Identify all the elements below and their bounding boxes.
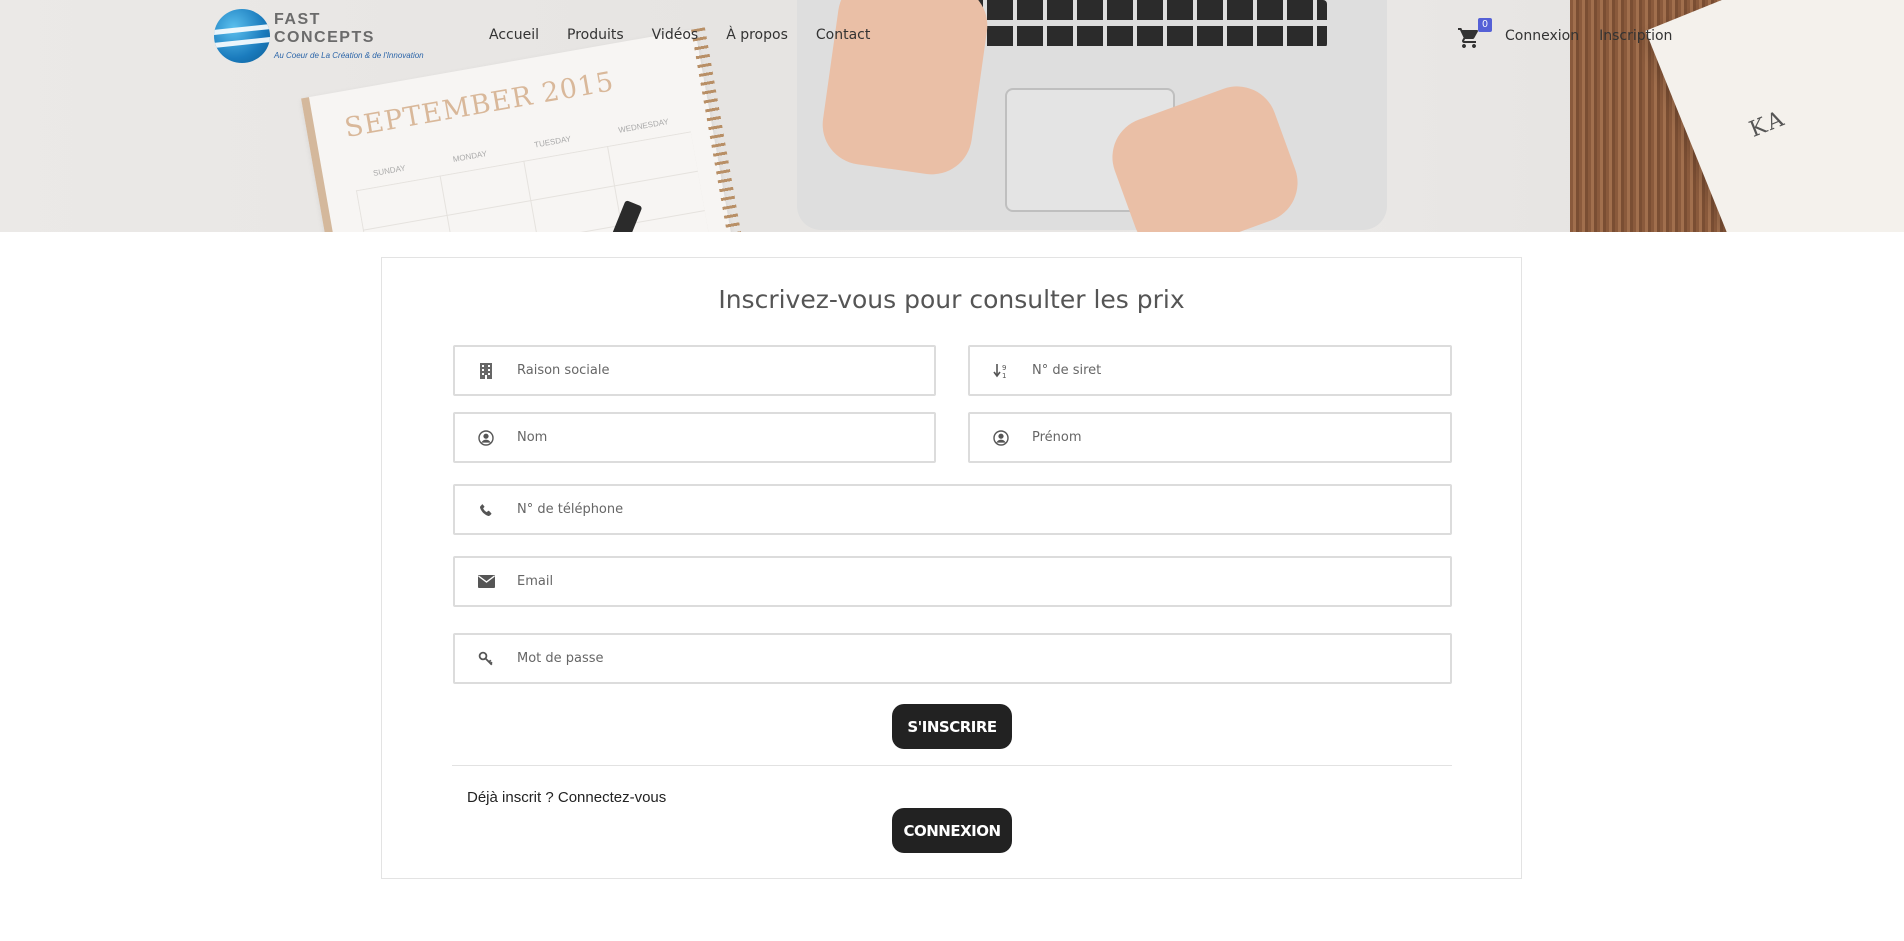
user-circle-icon <box>970 429 1032 446</box>
cart-count-badge: 0 <box>1478 18 1492 32</box>
password-field[interactable] <box>453 633 1452 684</box>
signup-button[interactable]: S'INSCRIRE <box>892 704 1012 749</box>
key-icon <box>455 651 517 667</box>
hero-banner: SEPTEMBER 2015 SUNDAY MONDAY TUESDAY WED… <box>0 0 1904 232</box>
calendar-day: WEDNESDAY <box>617 117 670 135</box>
calendar-day: SUNDAY <box>372 163 407 179</box>
password-input[interactable] <box>517 635 1450 682</box>
svg-text:1: 1 <box>1002 372 1006 379</box>
book-cover-text: KA <box>1746 105 1791 143</box>
siret-field[interactable]: 91 <box>968 345 1452 396</box>
company-name-field[interactable] <box>453 345 936 396</box>
nav-item-produits[interactable]: Produits <box>567 27 624 43</box>
user-circle-icon <box>455 429 517 446</box>
phone-input[interactable] <box>517 486 1450 533</box>
lastname-input[interactable] <box>517 414 934 461</box>
already-registered-text: Déjà inscrit ? Connectez-vous <box>467 789 667 806</box>
brand-tagline: Au Coeur de La Création & de l'Innovatio… <box>274 51 424 60</box>
form-title: Inscrivez-vous pour consulter les prix <box>718 285 1185 314</box>
nav-register-link[interactable]: Inscription <box>1599 28 1672 44</box>
calendar-day: TUESDAY <box>533 134 572 150</box>
company-name-input[interactable] <box>517 347 934 394</box>
logo-text: FAST CONCEPTS Au Coeur de La Création & … <box>274 11 424 60</box>
firstname-field[interactable] <box>968 412 1452 463</box>
email-field[interactable] <box>453 556 1452 607</box>
nav-item-contact[interactable]: Contact <box>816 27 870 43</box>
logo-globe-icon <box>214 8 270 63</box>
login-button[interactable]: CONNEXION <box>892 808 1012 853</box>
divider <box>452 765 1452 766</box>
email-input[interactable] <box>517 558 1450 605</box>
siret-input[interactable] <box>1032 347 1450 394</box>
nav-item-videos[interactable]: Vidéos <box>652 27 699 43</box>
main-nav: Accueil Produits Vidéos À propos Contact <box>489 27 870 43</box>
calendar-day: MONDAY <box>452 149 488 164</box>
firstname-input[interactable] <box>1032 414 1450 461</box>
envelope-icon <box>455 575 517 588</box>
logo[interactable]: FAST CONCEPTS Au Coeur de La Création & … <box>214 8 424 63</box>
sort-numeric-icon: 91 <box>970 363 1032 379</box>
cart-button[interactable]: 0 <box>1457 18 1492 50</box>
phone-icon <box>455 503 517 517</box>
nav-item-accueil[interactable]: Accueil <box>489 27 539 43</box>
svg-text:9: 9 <box>1002 364 1006 372</box>
nav-account: 0 Connexion Inscription <box>1457 18 1672 50</box>
phone-field[interactable] <box>453 484 1452 535</box>
brand-name: FAST CONCEPTS <box>274 11 375 46</box>
nav-item-a-propos[interactable]: À propos <box>726 27 788 43</box>
navbar: FAST CONCEPTS Au Coeur de La Création & … <box>0 0 1904 75</box>
lastname-field[interactable] <box>453 412 936 463</box>
signup-card: Inscrivez-vous pour consulter les prix 9… <box>381 257 1522 879</box>
nav-login-link[interactable]: Connexion <box>1505 28 1579 44</box>
building-icon <box>455 362 517 379</box>
